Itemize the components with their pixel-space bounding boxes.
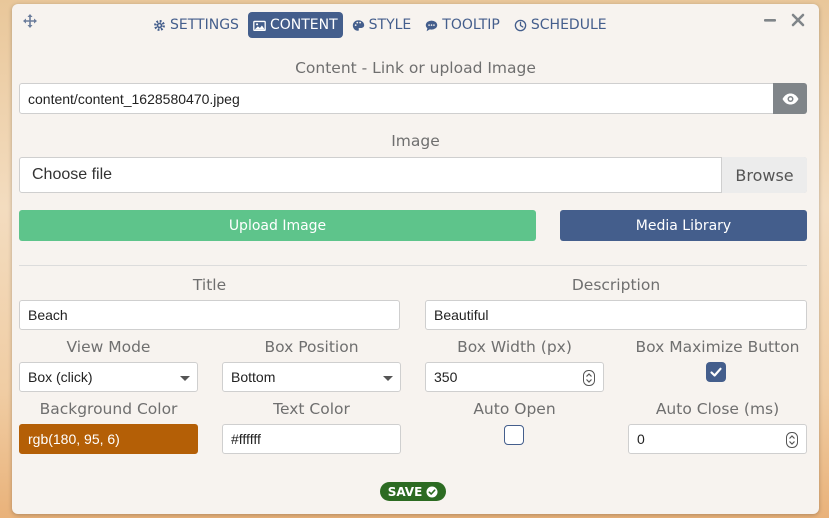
checkmark-icon	[710, 367, 722, 377]
tab-settings[interactable]: SETTINGS	[148, 12, 244, 38]
content-link-label: Content - Link or upload Image	[295, 59, 536, 77]
view-mode-label: View Mode	[66, 338, 151, 356]
content-link-input[interactable]: content/content_1628580470.jpeg	[19, 83, 774, 114]
browse-button[interactable]: Browse	[721, 157, 807, 193]
auto-open-checkbox[interactable]	[504, 425, 524, 445]
eye-icon	[782, 93, 798, 104]
content-link-value: content/content_1628580470.jpeg	[28, 90, 240, 107]
tab-label: CONTENT	[269, 17, 338, 33]
chevron-down-icon	[180, 376, 190, 381]
close-icon[interactable]	[791, 13, 805, 27]
minimize-icon[interactable]	[763, 13, 777, 27]
description-value: Beautiful	[434, 307, 489, 323]
box-position-value: Bottom	[231, 369, 276, 385]
upload-image-button[interactable]: Upload Image	[19, 210, 536, 241]
title-label: Title	[192, 276, 227, 294]
auto-open-label: Auto Open	[473, 400, 556, 418]
box-width-value: 350	[434, 369, 458, 385]
spinner-icon[interactable]	[583, 370, 595, 386]
tab-label: STYLE	[368, 17, 412, 33]
preview-button[interactable]	[773, 83, 807, 114]
file-input[interactable]: Choose file	[19, 157, 807, 193]
file-input-placeholder: Choose file	[32, 166, 113, 183]
check-circle-icon	[426, 486, 438, 497]
divider	[19, 265, 807, 266]
background-color-value: rgb(180, 95, 6)	[28, 431, 120, 447]
text-color-label: Text Color	[273, 400, 350, 418]
image-label: Image	[391, 132, 440, 150]
description-label: Description	[571, 276, 661, 294]
description-input[interactable]: Beautiful	[425, 300, 807, 330]
tab-tooltip[interactable]: TOOLTIP	[420, 12, 505, 38]
window-controls	[763, 13, 805, 27]
gear-icon	[154, 19, 165, 31]
box-position-label: Box Position	[264, 338, 359, 356]
auto-close-value: 0	[637, 431, 645, 447]
background-color-input[interactable]: rgb(180, 95, 6)	[19, 424, 198, 454]
text-color-value: #ffffff	[231, 431, 261, 447]
auto-close-label: Auto Close (ms)	[655, 400, 780, 418]
save-label: SAVE	[387, 484, 423, 499]
image-icon	[253, 20, 266, 31]
tab-label: SCHEDULE	[530, 17, 607, 33]
tab-label: TOOLTIP	[442, 17, 500, 33]
comment-icon	[426, 20, 438, 31]
media-library-button[interactable]: Media Library	[560, 210, 807, 241]
text-color-input[interactable]: #ffffff	[222, 424, 401, 454]
tab-style[interactable]: STYLE	[347, 12, 417, 38]
tab-bar: SETTINGS CONTENT STYLE TOOLTIP SCHEDULE	[148, 12, 612, 38]
box-maximize-label: Box Maximize Button	[635, 338, 800, 356]
move-icon[interactable]	[22, 13, 38, 29]
box-width-label: Box Width (px)	[457, 338, 572, 356]
content-editor-panel: SETTINGS CONTENT STYLE TOOLTIP SCHEDULE …	[12, 4, 819, 514]
title-input[interactable]: Beach	[19, 300, 400, 330]
view-mode-select[interactable]: Box (click)	[19, 362, 198, 392]
clock-icon	[514, 19, 527, 31]
tab-schedule[interactable]: SCHEDULE	[509, 12, 612, 38]
spinner-icon[interactable]	[786, 432, 798, 448]
palette-icon	[352, 19, 364, 31]
save-button[interactable]: SAVE	[380, 482, 446, 501]
background-color-label: Background Color	[39, 400, 178, 418]
box-width-input[interactable]: 350	[425, 362, 604, 392]
title-value: Beach	[28, 307, 68, 323]
box-maximize-checkbox[interactable]	[706, 362, 726, 382]
auto-close-input[interactable]: 0	[628, 424, 807, 454]
view-mode-value: Box (click)	[28, 369, 93, 385]
box-position-select[interactable]: Bottom	[222, 362, 401, 392]
tab-content[interactable]: CONTENT	[247, 12, 343, 38]
chevron-down-icon	[383, 376, 393, 381]
tab-label: SETTINGS	[170, 17, 239, 33]
